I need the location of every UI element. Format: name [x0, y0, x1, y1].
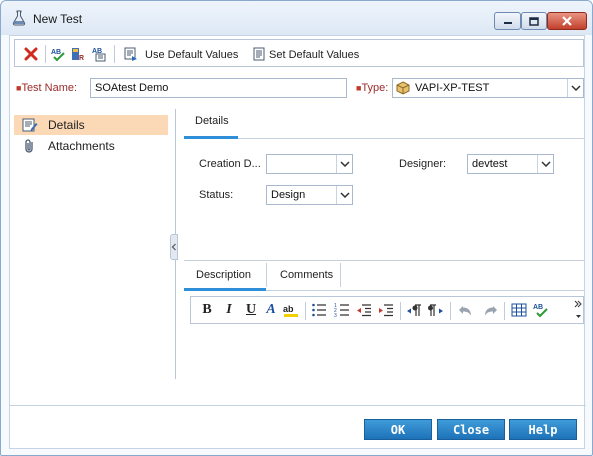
decrease-indent-icon[interactable]	[356, 302, 372, 318]
sidebar-item-label: Attachments	[48, 139, 115, 153]
undo-icon[interactable]	[458, 302, 474, 318]
spelling-options-icon[interactable]: AB	[92, 46, 108, 62]
font-color-button[interactable]: A	[263, 302, 279, 318]
sidebar-item-label: Details	[48, 118, 85, 132]
title-bar[interactable]: New Test	[1, 1, 592, 35]
type-label: ■Type:	[356, 82, 389, 94]
toolbar: AB R AB Use Default Values Set Default V…	[14, 39, 584, 67]
svg-text:3: 3	[334, 313, 337, 318]
new-test-dialog: New Test AB R AB Use Default Values Set …	[0, 0, 593, 456]
underline-button[interactable]: U	[243, 302, 259, 318]
spell-check-icon[interactable]: AB	[533, 302, 549, 318]
sidebar-item-attachments[interactable]: Attachments	[14, 136, 168, 156]
details-icon	[22, 117, 38, 133]
status-label: Status:	[199, 189, 234, 201]
creation-date-label: Creation D...	[199, 158, 261, 170]
status-select[interactable]: Design	[266, 185, 353, 205]
paperclip-icon	[22, 138, 38, 154]
section-divider	[184, 260, 584, 261]
tab-separator	[340, 263, 341, 287]
tab-comments[interactable]: Comments	[280, 269, 333, 281]
tab-divider	[238, 138, 584, 139]
tab-details[interactable]: Details	[195, 115, 229, 127]
type-select[interactable]: VAPI-XP-TEST	[392, 78, 584, 98]
subtab-divider	[266, 290, 584, 291]
more-options-icon[interactable]	[574, 299, 583, 324]
designer-label: Designer:	[399, 158, 447, 170]
chevron-down-icon[interactable]	[537, 155, 553, 173]
tab-separator	[266, 263, 267, 287]
test-name-label: ■Test Name:	[16, 82, 78, 94]
toolbar-separator	[114, 45, 115, 63]
chevron-down-icon[interactable]	[336, 186, 352, 204]
maximize-icon	[529, 16, 539, 26]
redo-icon[interactable]	[482, 302, 498, 318]
collapse-pane-handle[interactable]	[170, 234, 178, 260]
close-button[interactable]: Close	[437, 419, 505, 440]
details-pane: Details Creation D... Designer: devtest …	[184, 109, 584, 381]
cube-icon	[396, 81, 410, 98]
footer-divider	[10, 405, 586, 406]
highlight-icon[interactable]: ab	[283, 302, 299, 318]
svg-text:R: R	[79, 55, 84, 62]
toolbar-separator	[400, 302, 401, 320]
ltr-paragraph-icon[interactable]	[406, 302, 422, 318]
status-value: Design	[271, 189, 306, 201]
toolbar-separator	[45, 45, 46, 63]
use-default-values-button[interactable]: Use Default Values	[145, 49, 238, 61]
italic-button[interactable]: I	[221, 302, 237, 318]
designer-select[interactable]: devtest	[467, 154, 554, 174]
svg-text:ab: ab	[283, 304, 294, 314]
minimize-button[interactable]	[494, 12, 521, 30]
svg-text:AB: AB	[533, 304, 543, 311]
chevron-down-icon[interactable]	[336, 155, 352, 173]
toolbar-separator	[504, 302, 505, 320]
rtl-paragraph-icon[interactable]	[428, 302, 444, 318]
type-value: VAPI-XP-TEST	[415, 82, 490, 94]
maximize-button[interactable]	[521, 12, 547, 30]
spell-check-icon[interactable]: AB	[51, 46, 67, 62]
designer-value: devtest	[472, 158, 508, 170]
set-default-values-button[interactable]: Set Default Values	[269, 49, 359, 61]
use-default-values-icon	[123, 46, 139, 62]
active-subtab-indicator	[184, 288, 266, 291]
toolbar-separator	[450, 302, 451, 320]
toolbar-separator	[305, 302, 306, 320]
table-icon[interactable]	[511, 302, 527, 318]
thesaurus-icon[interactable]: R	[71, 46, 87, 62]
dialog-content: AB R AB Use Default Values Set Default V…	[9, 35, 586, 449]
chevron-left-icon	[171, 243, 176, 251]
flask-icon	[11, 10, 27, 26]
chevron-down-icon[interactable]	[567, 79, 583, 97]
sidebar: Details Attachments	[14, 109, 176, 379]
bold-button[interactable]: B	[199, 302, 215, 318]
help-button[interactable]: Help	[509, 419, 577, 440]
active-tab-indicator	[184, 136, 238, 139]
numbered-list-icon[interactable]: 1 2 3	[334, 302, 350, 318]
increase-indent-icon[interactable]	[378, 302, 394, 318]
close-icon	[562, 16, 572, 26]
creation-date-picker[interactable]	[266, 154, 353, 174]
tab-description[interactable]: Description	[196, 269, 251, 281]
ok-button[interactable]: OK	[364, 419, 432, 440]
sidebar-item-details[interactable]: Details	[14, 115, 168, 135]
minimize-icon	[503, 22, 512, 24]
close-window-button[interactable]	[547, 12, 587, 30]
test-name-input[interactable]: SOAtest Demo	[90, 78, 347, 98]
set-default-values-icon	[251, 46, 267, 62]
editor-toolbar: B I U A ab 1 2 3 AB	[190, 296, 584, 324]
window-title: New Test	[33, 12, 83, 26]
svg-text:AB: AB	[51, 49, 61, 56]
bullet-list-icon[interactable]	[311, 302, 327, 318]
delete-icon[interactable]	[23, 46, 39, 62]
